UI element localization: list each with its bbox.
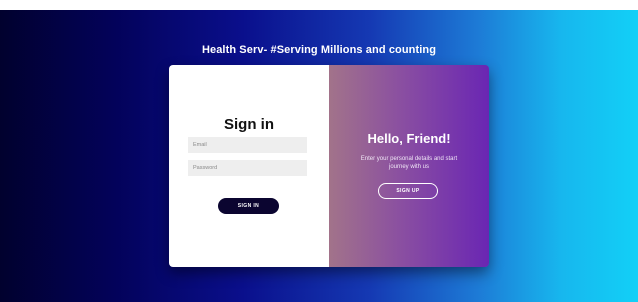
password-field[interactable] <box>188 160 307 176</box>
auth-card: Sign in SIGN IN Hello, Friend! Enter you… <box>169 65 489 267</box>
welcome-panel: Hello, Friend! Enter your personal detai… <box>329 65 489 267</box>
email-field[interactable] <box>188 137 307 153</box>
welcome-title: Hello, Friend! <box>367 131 451 146</box>
signin-button[interactable]: SIGN IN <box>218 198 279 214</box>
page-title: Health Serv- #Serving Millions and count… <box>201 44 437 56</box>
welcome-text: Enter your personal details and start jo… <box>360 156 458 170</box>
signin-title: Sign in <box>224 116 274 133</box>
page: Health Serv- #Serving Millions and count… <box>0 0 638 302</box>
signup-button[interactable]: SIGN UP <box>378 183 438 199</box>
signin-panel: Sign in SIGN IN <box>169 65 329 267</box>
